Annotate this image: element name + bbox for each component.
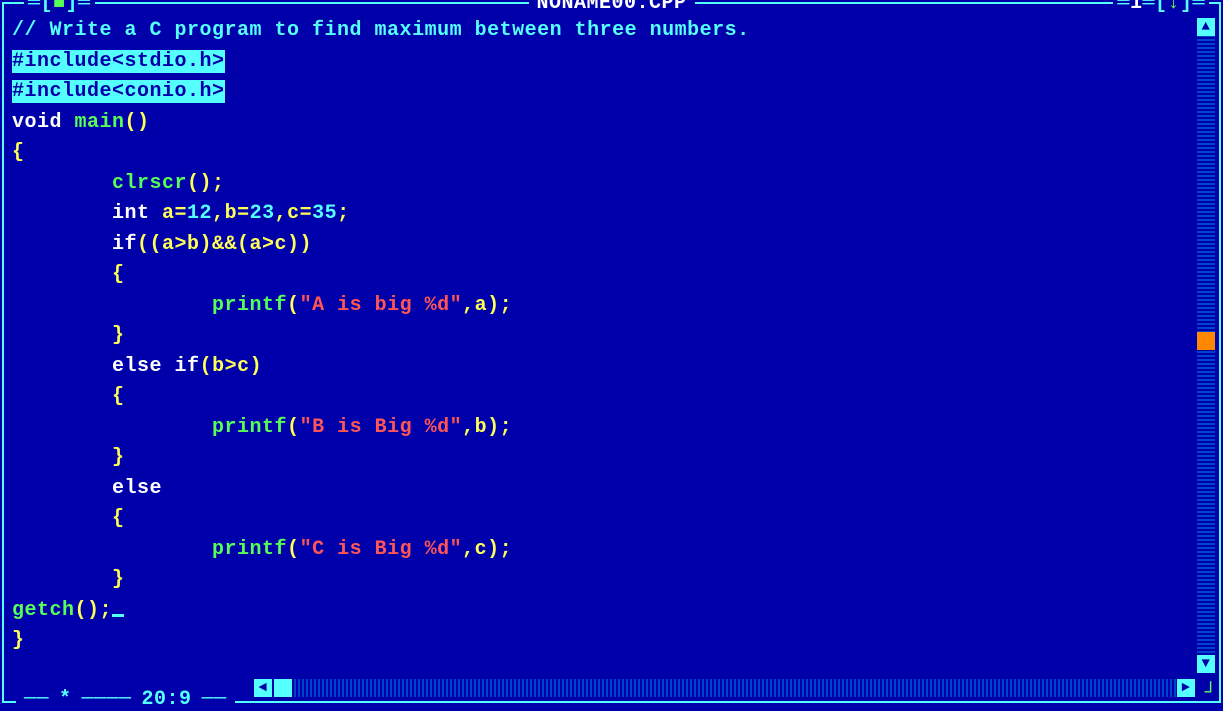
title-bar: ═[■]═ NONAME00.CPP ═1═[↕]═	[4, 0, 1219, 14]
code-editor[interactable]: // Write a C program to find maximum bet…	[12, 16, 1195, 673]
code-func: printf	[212, 538, 287, 561]
code-indent	[12, 233, 112, 256]
code-punct: ();	[75, 599, 113, 622]
code-ident: ,b);	[462, 416, 512, 439]
code-indent	[12, 172, 112, 195]
code-ident: a=	[150, 202, 188, 225]
code-string: "C is Big %d"	[300, 538, 463, 561]
code-punct: (	[287, 294, 300, 317]
code-keyword: if	[112, 233, 137, 256]
code-brace: }	[12, 446, 125, 469]
status-bar: ──*──── 20:9 ──	[16, 688, 235, 711]
window-number: 1	[1130, 0, 1143, 15]
code-indent	[12, 477, 112, 500]
code-brace: {	[12, 507, 125, 530]
code-ident: ,c=	[275, 202, 313, 225]
code-keyword: else	[112, 355, 162, 378]
code-func: printf	[212, 294, 287, 317]
zoom-icon: ↕	[1167, 0, 1180, 15]
code-brace: {	[12, 385, 125, 408]
code-punct: ();	[187, 172, 225, 195]
vertical-scrollbar[interactable]: ▲ ▼	[1197, 18, 1215, 673]
cursor-position: 20:9	[142, 688, 192, 711]
code-include: #include<stdio.h>	[12, 50, 225, 73]
code-ident: ,b=	[212, 202, 250, 225]
code-brace: {	[12, 141, 25, 164]
code-ident: ,c);	[462, 538, 512, 561]
horizontal-scrollbar[interactable]: ◄ ►	[254, 679, 1195, 697]
close-icon: ■	[53, 0, 66, 15]
code-func: clrscr	[112, 172, 187, 195]
text-cursor	[112, 614, 124, 617]
code-indent	[12, 538, 212, 561]
code-ident: ,a);	[462, 294, 512, 317]
code-keyword: if	[175, 355, 200, 378]
code-number: 12	[187, 202, 212, 225]
scroll-down-icon[interactable]: ▼	[1197, 655, 1215, 673]
code-cond: (b>c)	[200, 355, 263, 378]
code-string: "B is Big %d"	[300, 416, 463, 439]
file-title: NONAME00.CPP	[528, 0, 694, 15]
code-string: "A is big %d"	[300, 294, 463, 317]
code-punct: ()	[125, 111, 150, 134]
scroll-up-icon[interactable]: ▲	[1197, 18, 1215, 36]
code-number: 23	[250, 202, 275, 225]
code-indent	[12, 416, 212, 439]
code-brace: }	[12, 629, 25, 652]
hscroll-thumb[interactable]	[274, 679, 292, 697]
code-include: #include<conio.h>	[12, 80, 225, 103]
code-cond: ((a>b)&&(a>c))	[137, 233, 312, 256]
scroll-right-icon[interactable]: ►	[1177, 679, 1195, 697]
code-keyword: void	[12, 111, 62, 134]
window-controls[interactable]: ═1═[↕]═	[1113, 0, 1209, 15]
code-indent	[12, 294, 212, 317]
code-func: printf	[212, 416, 287, 439]
code-indent	[12, 355, 112, 378]
editor-frame: ═[■]═ NONAME00.CPP ═1═[↕]═ // Write a C …	[2, 2, 1221, 703]
code-comment: // Write a C program to find maximum bet…	[12, 19, 750, 42]
code-space	[162, 355, 175, 378]
code-ident: main	[62, 111, 125, 134]
close-button[interactable]: ═[■]═	[24, 0, 95, 15]
code-punct: (	[287, 538, 300, 561]
code-func: getch	[12, 599, 75, 622]
resize-corner-icon[interactable]: ┘	[1204, 682, 1217, 705]
code-number: 35	[312, 202, 337, 225]
scroll-left-icon[interactable]: ◄	[254, 679, 272, 697]
code-keyword: else	[112, 477, 162, 500]
code-keyword: int	[112, 202, 150, 225]
code-punct: ;	[337, 202, 350, 225]
modified-indicator: *	[59, 688, 72, 711]
code-punct: (	[287, 416, 300, 439]
code-brace: }	[12, 324, 125, 347]
code-indent	[12, 202, 112, 225]
code-brace: {	[12, 263, 125, 286]
vscroll-thumb[interactable]	[1197, 332, 1215, 350]
code-brace: }	[12, 568, 125, 591]
